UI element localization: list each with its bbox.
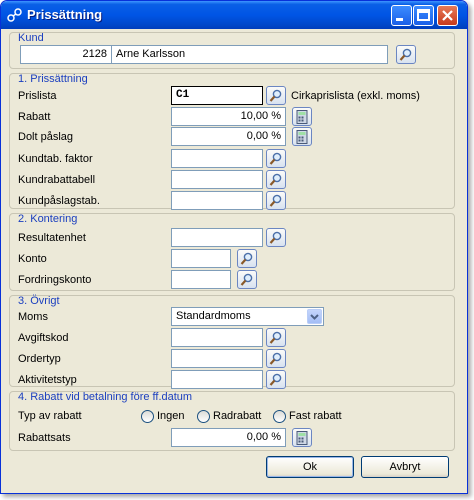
app-icon (7, 8, 22, 22)
dolt-paslag-calculator-button[interactable] (292, 127, 312, 146)
magnifier-icon (399, 48, 412, 61)
magnifier-icon (269, 373, 282, 386)
kundtab-faktor-search-button[interactable] (266, 149, 286, 168)
aktivitetstyp-label: Aktivitetstyp (18, 374, 77, 386)
radio-ingen[interactable] (141, 410, 154, 423)
radio-radrabatt[interactable] (197, 410, 210, 423)
fordringskonto-label: Fordringskonto (18, 274, 92, 286)
rabattsats-label: Rabattsats (18, 432, 71, 444)
rabatt-label: Rabatt (18, 111, 51, 123)
window-title: Prissättning (27, 7, 103, 22)
prislista-label: Prislista (18, 90, 57, 102)
resultatenhet-search-button[interactable] (266, 228, 286, 247)
maximize-button[interactable] (413, 5, 434, 26)
magnifier-icon (269, 194, 282, 207)
kund-group: Kund 2128 Arne Karlsson (9, 32, 455, 69)
rabattsats-calculator-button[interactable] (292, 428, 312, 447)
magnifier-icon (269, 352, 282, 365)
kontering-group-title: 2. Kontering (18, 213, 78, 225)
dropdown-button[interactable] (307, 309, 322, 324)
moms-label: Moms (18, 311, 48, 323)
betalningsrabatt-group-title: 4. Rabatt vid betalning före ff.datum (18, 391, 193, 403)
magnifier-icon (269, 152, 282, 165)
magnifier-icon (269, 231, 282, 244)
fordringskonto-search-button[interactable] (237, 270, 257, 289)
radio-radrabatt-label: Radrabatt (213, 410, 262, 422)
moms-select[interactable]: Standardmoms (171, 307, 324, 326)
kundrabattabell-search-button[interactable] (266, 170, 286, 189)
prislista-field[interactable]: C1 (171, 86, 263, 105)
ok-button[interactable]: Ok (266, 456, 354, 478)
magnifier-icon (269, 89, 282, 102)
magnifier-icon (269, 331, 282, 344)
konto-field[interactable] (171, 249, 231, 268)
konto-search-button[interactable] (237, 249, 257, 268)
minimize-icon (396, 18, 403, 21)
radio-fast-rabatt-label: Fast rabatt (289, 410, 342, 422)
dolt-paslag-field[interactable]: 0,00 % (171, 127, 286, 146)
rabatt-field[interactable]: 10,00 % (171, 107, 286, 126)
prislista-description: Cirkaprislista (exkl. moms) (291, 90, 420, 102)
ordertyp-field[interactable] (171, 349, 263, 368)
kundtab-faktor-label: Kundtab. faktor (18, 153, 93, 165)
calculator-icon (296, 110, 308, 124)
resultatenhet-label: Resultatenhet (18, 232, 86, 244)
magnifier-icon (240, 273, 253, 286)
aktivitetstyp-field[interactable] (171, 370, 263, 389)
kundpaslagstab-search-button[interactable] (266, 191, 286, 210)
typ-av-rabatt-label: Typ av rabatt (18, 410, 82, 422)
kundpaslagstab-field[interactable] (171, 191, 263, 210)
magnifier-icon (269, 173, 282, 186)
kund-group-title: Kund (18, 32, 44, 44)
close-icon (442, 10, 453, 21)
magnifier-icon (240, 252, 253, 265)
prissattning-group-title: 1. Prissättning (18, 73, 88, 85)
rabatt-calculator-button[interactable] (292, 107, 312, 126)
avbryt-button[interactable]: Avbryt (361, 456, 449, 478)
customer-name-field[interactable]: Arne Karlsson (111, 45, 388, 64)
ovrigt-group: 3. Övrigt Moms Standardmoms Avgiftskod O… (9, 295, 455, 389)
kundrabattabell-field[interactable] (171, 170, 263, 189)
dialog-body: Kund 2128 Arne Karlsson 1. Prissättning … (5, 29, 465, 491)
ordertyp-label: Ordertyp (18, 353, 61, 365)
kontering-group: 2. Kontering Resultatenhet Konto Fordrin… (9, 213, 455, 291)
prislista-search-button[interactable] (266, 86, 286, 105)
radio-ingen-label: Ingen (157, 410, 185, 422)
prissattning-dialog: Prissättning Kund 2128 Arne Karlsson 1. … (0, 0, 468, 494)
aktivitetstyp-search-button[interactable] (266, 370, 286, 389)
rabattsats-field[interactable]: 0,00 % (171, 428, 286, 447)
customer-search-button[interactable] (396, 45, 416, 64)
title-bar[interactable]: Prissättning (1, 1, 467, 29)
dolt-paslag-label: Dolt påslag (18, 131, 74, 143)
avgiftskod-search-button[interactable] (266, 328, 286, 347)
resultatenhet-field[interactable] (171, 228, 263, 247)
radio-fast-rabatt[interactable] (273, 410, 286, 423)
calculator-icon (296, 431, 308, 445)
kundpaslagstab-label: Kundpåslagstab. (18, 195, 100, 207)
kundtab-faktor-field[interactable] (171, 149, 263, 168)
maximize-icon (417, 9, 430, 21)
ovrigt-group-title: 3. Övrigt (18, 295, 60, 307)
ordertyp-search-button[interactable] (266, 349, 286, 368)
konto-label: Konto (18, 253, 47, 265)
moms-selected-value: Standardmoms (176, 310, 251, 322)
calculator-icon (296, 130, 308, 144)
close-button[interactable] (437, 5, 458, 26)
customer-number-field[interactable]: 2128 (20, 45, 112, 64)
avgiftskod-label: Avgiftskod (18, 332, 69, 344)
fordringskonto-field[interactable] (171, 270, 231, 289)
avgiftskod-field[interactable] (171, 328, 263, 347)
prissattning-group: 1. Prissättning Prislista C1 Cirkaprisli… (9, 73, 455, 210)
kundrabattabell-label: Kundrabattabell (18, 174, 96, 186)
chevron-down-icon (310, 314, 319, 320)
betalningsrabatt-group: 4. Rabatt vid betalning före ff.datum Ty… (9, 391, 455, 451)
minimize-button[interactable] (391, 5, 412, 26)
